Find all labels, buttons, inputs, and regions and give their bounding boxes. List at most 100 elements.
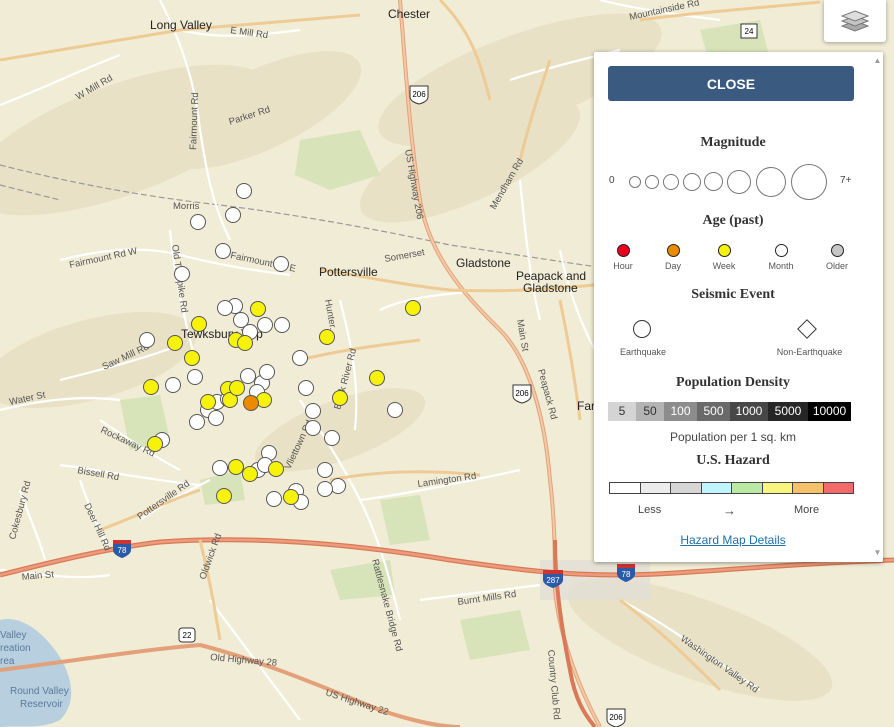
earthquake-marker[interactable]: [273, 256, 289, 272]
hazard-cell: [609, 482, 641, 494]
earthquake-marker[interactable]: [292, 350, 308, 366]
magnitude-circle: [704, 172, 723, 191]
earthquake-marker[interactable]: [298, 380, 314, 396]
hazard-cell: [792, 482, 824, 494]
earthquake-marker[interactable]: [191, 316, 207, 332]
earthquake-marker[interactable]: [216, 488, 232, 504]
earthquake-marker[interactable]: [330, 478, 346, 494]
age-day-marker: [667, 244, 680, 257]
magnitude-title: Magnitude: [700, 135, 766, 150]
scroll-down-icon[interactable]: ▼: [873, 548, 882, 557]
hazard-cell: [639, 482, 671, 494]
earthquake-marker[interactable]: [259, 364, 275, 380]
population-cell: 10000: [808, 402, 851, 421]
magnitude-circle: [791, 164, 827, 200]
svg-text:reation: reation: [0, 643, 31, 654]
hazard-cell: [700, 482, 732, 494]
close-button[interactable]: CLOSE: [608, 66, 854, 101]
earthquake-marker[interactable]: [387, 402, 403, 418]
svg-text:206: 206: [515, 389, 529, 398]
svg-text:78: 78: [118, 546, 127, 555]
magnitude-max-label: 7+: [840, 175, 852, 186]
hazard-less-label: Less: [638, 504, 662, 516]
place-gladstone-2: Gladstone: [523, 281, 578, 295]
legend-panel: CLOSE Magnitude 0 7+ Age (past) Hour Day W…: [594, 52, 883, 562]
earthquake-marker[interactable]: [257, 317, 273, 333]
earthquake-marker[interactable]: [228, 459, 244, 475]
earthquake-marker[interactable]: [317, 462, 333, 478]
seismic-title: Seismic Event: [691, 287, 775, 302]
svg-text:Round Valley: Round Valley: [10, 686, 69, 697]
magnitude-circle: [727, 170, 751, 194]
non-earthquake-label: Non-Earthquake: [776, 347, 843, 357]
earthquake-marker[interactable]: [305, 420, 321, 436]
earthquake-marker[interactable]: [215, 243, 231, 259]
population-cell: 1000: [730, 402, 768, 421]
earthquake-marker[interactable]: [212, 460, 228, 476]
earthquake-marker[interactable]: [217, 300, 233, 316]
earthquake-marker[interactable]: [266, 491, 282, 507]
earthquake-marker[interactable]: [240, 368, 256, 384]
population-title: Population Density: [676, 375, 790, 390]
layers-button[interactable]: [824, 0, 886, 42]
earthquake-marker[interactable]: [243, 395, 259, 411]
legend-scrollbar[interactable]: ▲ ▼: [872, 52, 883, 562]
earthquake-marker[interactable]: [236, 183, 252, 199]
earthquake-marker[interactable]: [225, 207, 241, 223]
age-day-label: Day: [664, 261, 681, 271]
road-label: Fairmount Rd: [188, 92, 201, 150]
earthquake-label: Earthquake: [619, 347, 667, 357]
hazard-arrow-icon: →: [723, 503, 736, 518]
hazard-cell: [761, 482, 793, 494]
earthquake-marker[interactable]: [165, 377, 181, 393]
hazard-more-label: More: [794, 504, 820, 516]
svg-text:206: 206: [609, 713, 623, 722]
magnitude-circle: [645, 175, 659, 189]
earthquake-marker[interactable]: [187, 369, 203, 385]
earthquake-marker[interactable]: [139, 332, 155, 348]
earthquake-marker[interactable]: [190, 214, 206, 230]
earthquake-marker[interactable]: [256, 392, 272, 408]
scroll-up-icon[interactable]: ▲: [873, 56, 882, 65]
earthquake-marker[interactable]: [317, 481, 333, 497]
earthquake-marker[interactable]: [324, 430, 340, 446]
earthquake-marker[interactable]: [319, 329, 335, 345]
earthquake-marker[interactable]: [208, 410, 224, 426]
svg-text:206: 206: [412, 90, 426, 99]
earthquake-marker[interactable]: [369, 370, 385, 386]
earthquake-marker[interactable]: [189, 414, 205, 430]
place-gladstone: Gladstone: [456, 256, 511, 270]
earthquake-marker[interactable]: [332, 390, 348, 406]
age-older-marker: [831, 244, 844, 257]
svg-text:24: 24: [745, 27, 754, 36]
road-label: Morris: [173, 201, 200, 212]
earthquake-marker[interactable]: [237, 335, 253, 351]
earthquake-marker[interactable]: [167, 335, 183, 351]
earthquake-marker[interactable]: [147, 436, 163, 452]
earthquake-marker[interactable]: [200, 394, 216, 410]
earthquake-marker[interactable]: [143, 379, 159, 395]
age-month-label: Month: [768, 261, 794, 271]
place-far: Far: [577, 399, 595, 413]
earthquake-marker[interactable]: [229, 380, 245, 396]
earthquake-marker[interactable]: [274, 317, 290, 333]
earthquake-marker[interactable]: [405, 300, 421, 316]
shield-206-c: 206: [606, 708, 626, 727]
population-cell: 5: [608, 402, 636, 421]
svg-text:78: 78: [622, 570, 631, 579]
earthquake-marker[interactable]: [268, 461, 284, 477]
earthquake-marker[interactable]: [283, 489, 299, 505]
earthquake-marker[interactable]: [174, 266, 190, 282]
magnitude-circle: [663, 174, 679, 190]
hazard-map-details-link[interactable]: Hazard Map Details: [594, 533, 872, 547]
earthquake-marker[interactable]: [242, 466, 258, 482]
magnitude-circle: [629, 176, 641, 188]
place-long-valley: Long Valley: [150, 18, 212, 32]
earthquake-marker[interactable]: [305, 403, 321, 419]
population-cell: 5000: [768, 402, 808, 421]
population-cell: 500: [697, 402, 730, 421]
magnitude-min-label: 0: [609, 175, 615, 186]
earthquake-symbol: [633, 320, 651, 338]
earthquake-marker[interactable]: [184, 350, 200, 366]
earthquake-marker[interactable]: [250, 301, 266, 317]
